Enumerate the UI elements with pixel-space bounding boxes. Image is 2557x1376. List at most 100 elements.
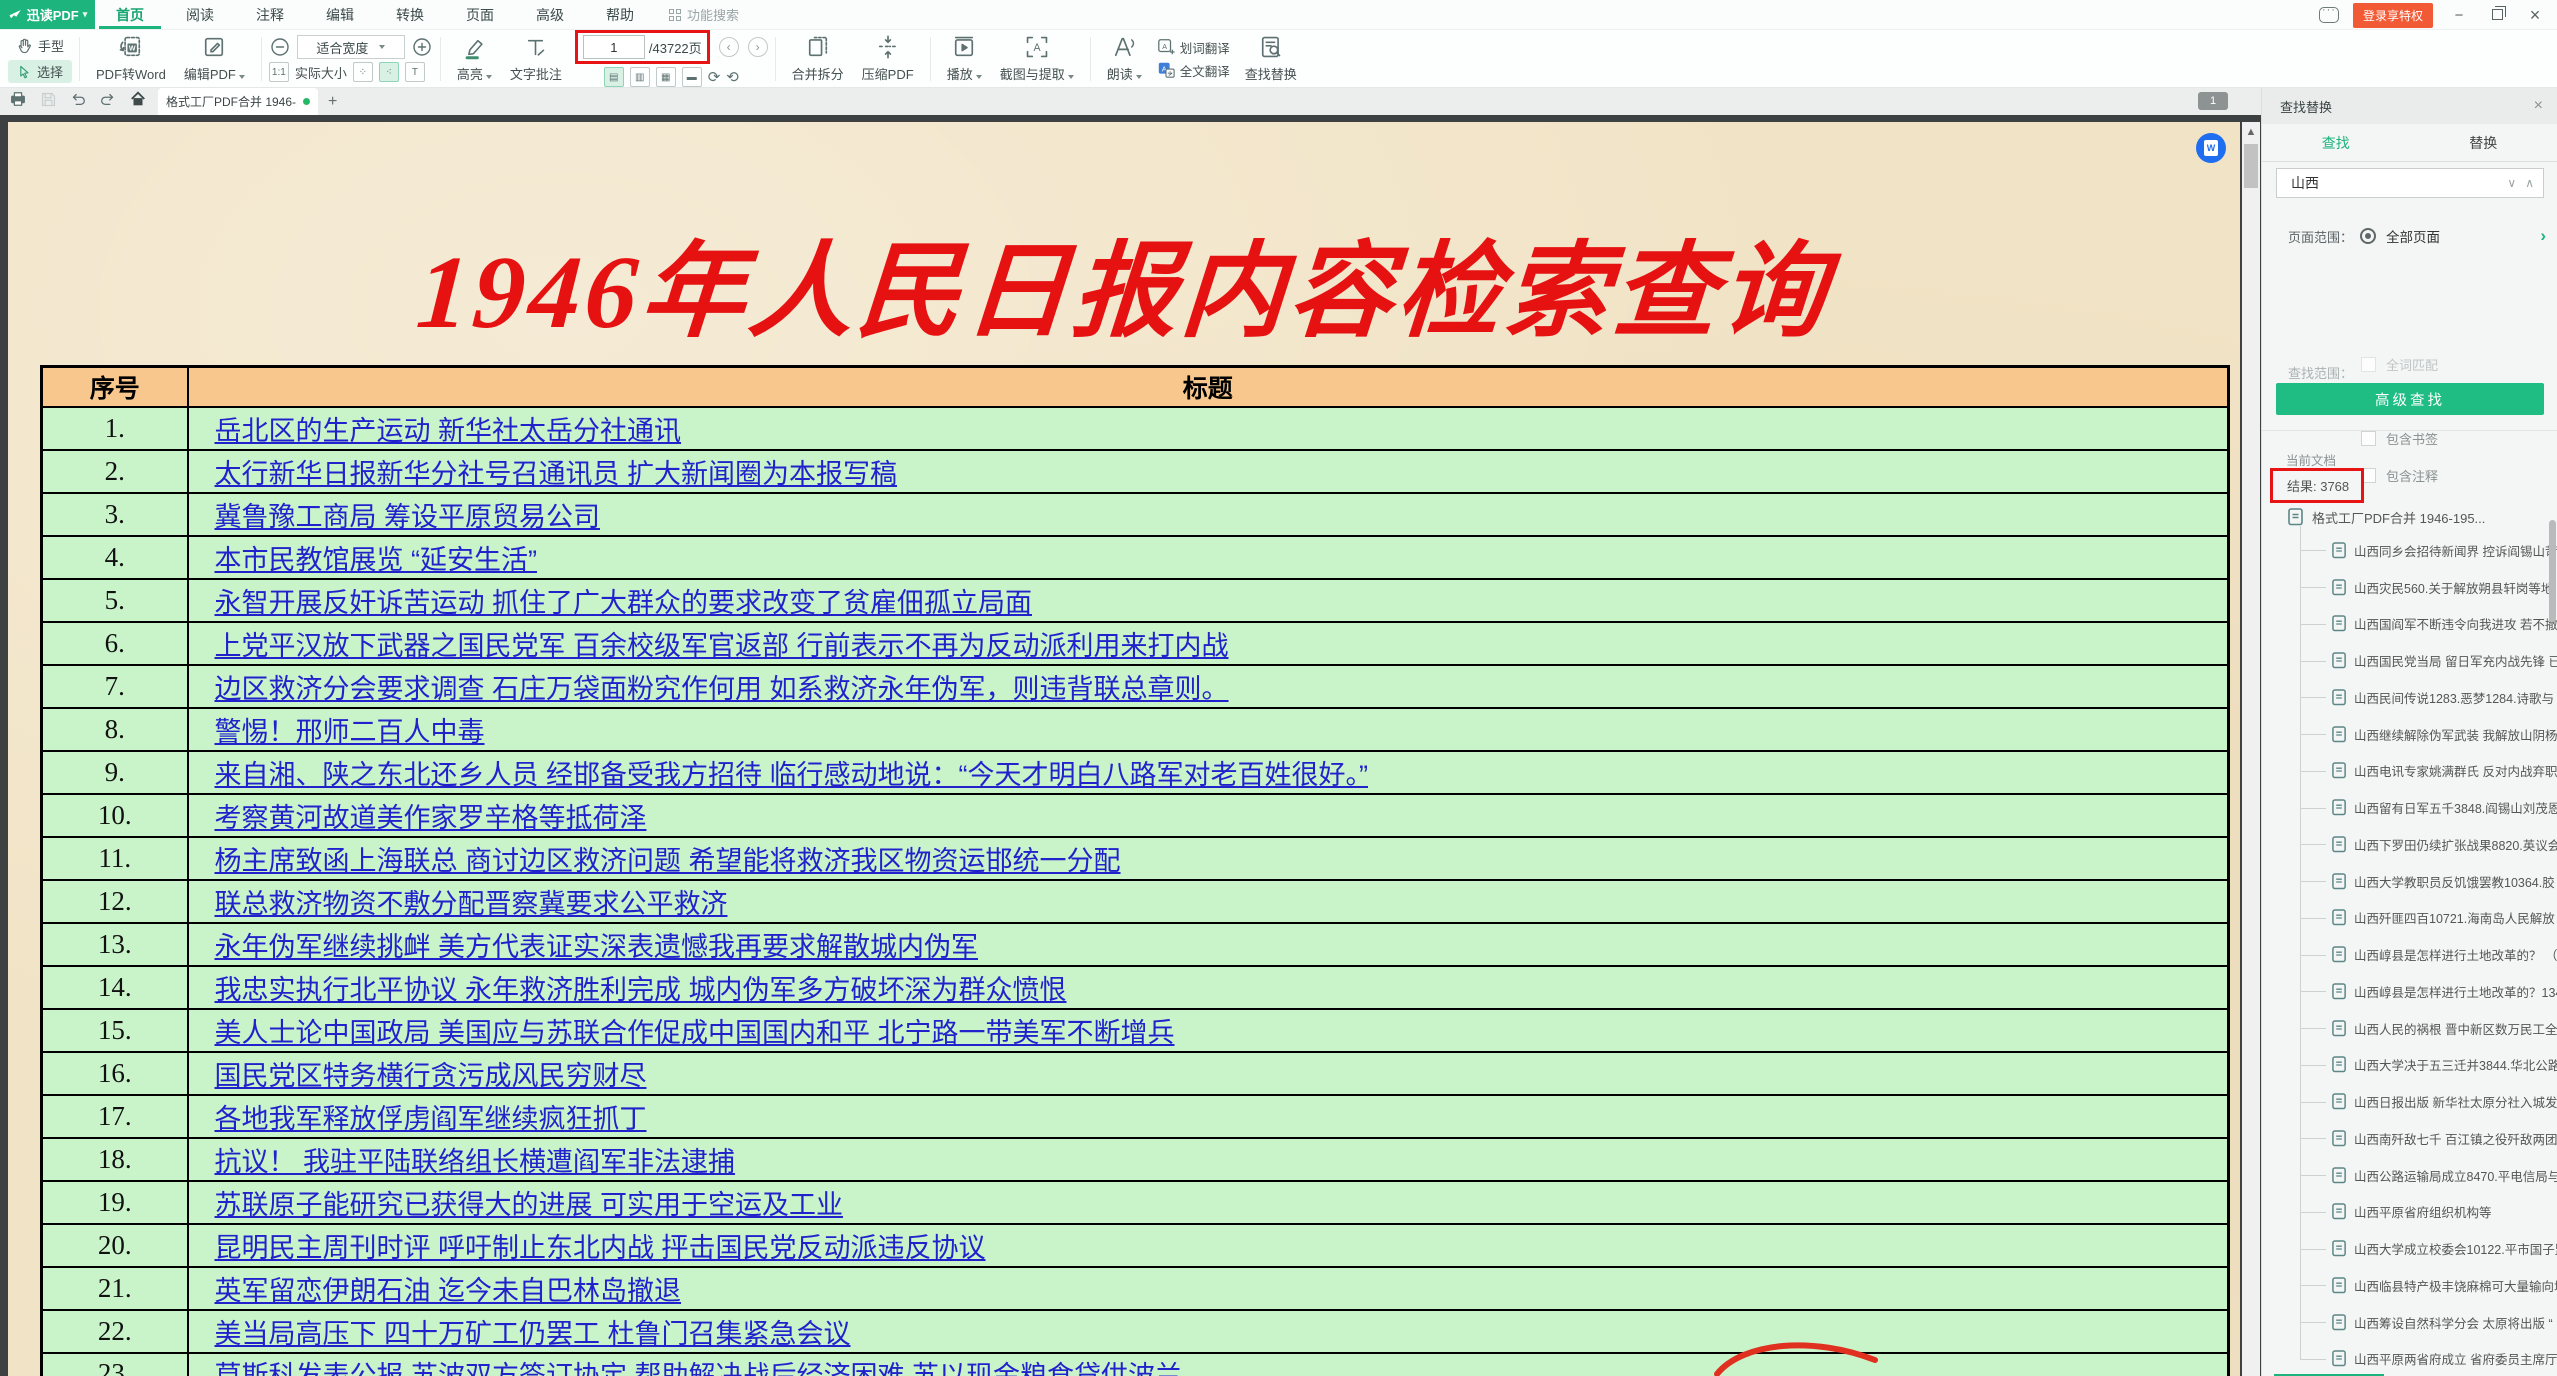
search-result-item[interactable]: 山西平原省府组织机构等 — [2332, 1194, 2557, 1231]
article-link[interactable]: 各地我军释放俘虏阎军继续疯狂抓丁 — [215, 1104, 647, 1134]
article-link[interactable]: 上党平汉放下武器之国民党军 百余校级军官返部 行前表示不再为反动派利用来打内战 — [215, 631, 1229, 661]
play-button[interactable]: 播放 — [938, 34, 991, 83]
search-result-item[interactable]: 山西大学成立校委会10122.平市国子监 — [2332, 1230, 2557, 1267]
search-result-item[interactable]: 山西人民的祸根 晋中新区数万民工全 — [2332, 1010, 2557, 1047]
advanced-find-button[interactable]: 高级查找 — [2276, 383, 2544, 415]
article-link[interactable]: 美人士论中国政局 美国应与苏联合作促成中国国内和平 北宁路一带美军不断增兵 — [215, 1018, 1175, 1048]
document-scrollbar[interactable]: ▲ — [2242, 122, 2260, 1376]
find-option[interactable]: 包含注释 — [2358, 466, 2451, 485]
article-link[interactable]: 考察黄河故道美作家罗辛格等抵荷泽 — [215, 803, 647, 833]
article-link[interactable]: 岳北区的生产运动 新华社太岳分社通讯 — [215, 416, 682, 446]
checkbox[interactable] — [2361, 357, 2376, 372]
find-option[interactable]: 全词匹配 — [2358, 355, 2451, 374]
read-aloud-button[interactable]: 朗读 — [1098, 34, 1151, 83]
hand-tool-button[interactable]: 手型 — [8, 34, 72, 57]
menu-tab[interactable]: 帮助 — [585, 0, 655, 29]
search-result-item[interactable]: 山西留有日军五千3848.阎锡山刘茂恩 — [2332, 789, 2557, 826]
panel-close-button[interactable]: × — [2534, 97, 2543, 115]
search-result-item[interactable]: 山西国民党当局 留日军充内战先锋 已 — [2332, 642, 2557, 679]
app-logo[interactable]: 迅读PDF ▾ — [0, 0, 95, 29]
article-link[interactable]: 边区救济分会要求调查 石庄万袋面粉究作何用 如系救济永年伪军，则违背联总章则。 — [215, 674, 1229, 704]
minimize-button[interactable]: − — [2447, 7, 2471, 24]
sidebar-tab[interactable]: 查找 — [2262, 124, 2410, 161]
chevron-up-icon[interactable]: ∧ — [2525, 176, 2543, 190]
search-result-item[interactable]: 山西大学教职员反饥饿罢教10364.胶 — [2332, 863, 2557, 900]
search-result-item[interactable]: 山西电讯专家姚满群氏 反对内战弃职 — [2332, 753, 2557, 790]
fit-text-icon[interactable]: T — [405, 62, 425, 82]
sidebar-tab[interactable]: 替换 — [2410, 124, 2557, 161]
article-link[interactable]: 我忠实执行北平协议 永年救济胜利完成 城内伪军多方破坏深为群众愤恨 — [215, 975, 1067, 1005]
article-link[interactable]: 冀鲁豫工商局 筹设平原贸易公司 — [215, 502, 601, 532]
zoom-in-icon[interactable] — [411, 36, 433, 58]
article-link[interactable]: 昆明民主周刊时评 呼吁制止东北内战 抨击国民党反动派违反协议 — [215, 1233, 986, 1263]
search-result-item[interactable]: 山西临县特产极丰饶麻棉可大量输向城 — [2332, 1267, 2557, 1304]
search-result-item[interactable]: 山西筹设自然科学分会 太原将出版 “ — [2332, 1304, 2557, 1341]
fit-width-icon[interactable]: ⁖ — [379, 62, 399, 82]
page-range-radio[interactable] — [2360, 228, 2376, 244]
article-link[interactable]: 抗议！ 我驻平陆联络组长横遭阎军非法逮捕 — [215, 1147, 736, 1177]
pdf-to-word-float-button[interactable]: W — [2196, 133, 2226, 163]
text-annotation-button[interactable]: 文字批注 — [501, 35, 571, 83]
menu-tab[interactable]: 编辑 — [305, 0, 375, 29]
rotate-cw-icon[interactable]: ⟳ — [708, 68, 721, 86]
redo-button[interactable] — [98, 90, 118, 113]
search-result-item[interactable]: 山西南歼敌七千 百江镇之役歼敌两团 — [2332, 1120, 2557, 1157]
menu-tab[interactable]: 首页 — [95, 0, 165, 29]
fit-page-icon[interactable]: ⁘ — [353, 62, 373, 82]
green-arrow-icon[interactable]: › — [2540, 226, 2546, 246]
search-result-item[interactable]: 山西崞县是怎样进行土地改革的？ （续 — [2332, 936, 2557, 973]
word-translate-button[interactable]: A 划词翻译 — [1157, 38, 1230, 57]
new-tab-button[interactable]: + — [328, 93, 337, 111]
layout-wide-icon[interactable]: ▬ — [682, 67, 702, 87]
select-tool-button[interactable]: 选择 — [8, 60, 72, 83]
article-link[interactable]: 来自湘、陕之东北还乡人员 经邯备受我方招待 临行感动地说：“今天才明白八路军对老… — [215, 760, 1368, 790]
search-result-item[interactable]: 山西国阎军不断违令向我进攻 若不撤退 — [2332, 606, 2557, 643]
next-page-button[interactable]: › — [748, 37, 768, 57]
login-button[interactable]: 登录享特权 — [2353, 3, 2433, 28]
edit-pdf-button[interactable]: 编辑PDF — [175, 34, 254, 83]
restore-button[interactable] — [2485, 7, 2509, 24]
chevron-down-icon[interactable]: ∨ — [2498, 176, 2525, 190]
function-search[interactable]: 功能搜索 — [669, 0, 739, 29]
article-link[interactable]: 联总救济物资不敷分配晋察冀要求公平救济 — [215, 889, 728, 919]
save-button[interactable] — [38, 91, 58, 113]
highlight-button[interactable]: 高亮 — [448, 35, 501, 83]
article-link[interactable]: 英军留恋伊朗石油 迄今未自巴林岛撤退 — [215, 1276, 682, 1306]
menu-tab[interactable]: 高级 — [515, 0, 585, 29]
article-link[interactable]: 太行新华日报新华分社号召通讯员 扩大新闻圈为本报写稿 — [215, 459, 898, 489]
find-option[interactable]: 包含书签 — [2358, 429, 2451, 448]
article-link[interactable]: 永智开展反奸诉苦运动 抓住了广大群众的要求改变了贫雇佃孤立局面 — [215, 588, 1033, 618]
actual-size-icon[interactable]: 1:1 — [269, 62, 289, 82]
full-translate-button[interactable]: A 全文翻译 — [1157, 61, 1230, 80]
search-result-item[interactable]: 山西歼匪四百10721.海南岛人民解放 — [2332, 900, 2557, 937]
search-input[interactable] — [2277, 175, 2498, 191]
search-result-item[interactable]: 山西同乡会招待新闻界 控诉阎锡山苛政 揭 — [2332, 532, 2557, 569]
checkbox[interactable] — [2361, 431, 2376, 446]
pdf-to-word-button[interactable]: W PDF转Word — [87, 34, 175, 83]
article-link[interactable]: 国民党区特务横行贪污成风民穷财尽 — [215, 1061, 647, 1091]
search-result-item[interactable]: 山西日报出版 新华社太原分社入城发稿 — [2332, 1083, 2557, 1120]
search-result-item[interactable]: 山西崞县是怎样进行土地改革的？134 — [2332, 973, 2557, 1010]
search-result-item[interactable]: 山西继续解除伪军武装 我解放山阴杨 — [2332, 716, 2557, 753]
article-link[interactable]: 本市民教馆展览 “延安生活” — [215, 545, 537, 575]
zoom-out-icon[interactable] — [269, 36, 291, 58]
tree-root-node[interactable]: 格式工厂PDF合并 1946-195... — [2288, 502, 2557, 532]
merge-split-button[interactable]: 合并拆分 — [783, 34, 853, 83]
search-result-item[interactable]: 山西平原两省府成立 省府委员主席厅长 — [2332, 1341, 2557, 1376]
layout-single-icon[interactable]: ▤ — [604, 67, 624, 87]
sidebar-scrollbar-thumb[interactable] — [2549, 520, 2556, 622]
search-result-item[interactable]: 山西灾民560.关于解放朔县轩岗等地 — [2332, 569, 2557, 606]
capture-extract-button[interactable]: A 截图与提取 — [991, 34, 1083, 83]
compress-button[interactable]: 压缩PDF — [853, 34, 923, 83]
chat-icon[interactable] — [2319, 7, 2339, 23]
close-button[interactable]: × — [2523, 5, 2547, 26]
prev-page-button[interactable]: ‹ — [719, 37, 739, 57]
article-link[interactable]: 美当局高压下 四十万矿工仍罢工 杜鲁门召集紧急会议 — [215, 1319, 851, 1349]
page-number-input[interactable] — [583, 35, 645, 59]
search-result-item[interactable]: 山西下罗田仍续扩张战果8820.英议会 — [2332, 826, 2557, 863]
menu-tab[interactable]: 页面 — [445, 0, 515, 29]
article-link[interactable]: 莫斯科发表公报 苏波双方签订协定 帮助解决战后经济困难 苏以现金粮食贷供波兰 — [215, 1361, 1183, 1376]
search-result-item[interactable]: 山西大学决于五三迁并3844.华北公路 — [2332, 1047, 2557, 1084]
document-tab[interactable]: 格式工厂PDF合并 1946-195+... — [158, 88, 318, 115]
article-link[interactable]: 永年伪军继续挑衅 美方代表证实深表遗憾我再要求解散城内伪军 — [215, 932, 979, 962]
